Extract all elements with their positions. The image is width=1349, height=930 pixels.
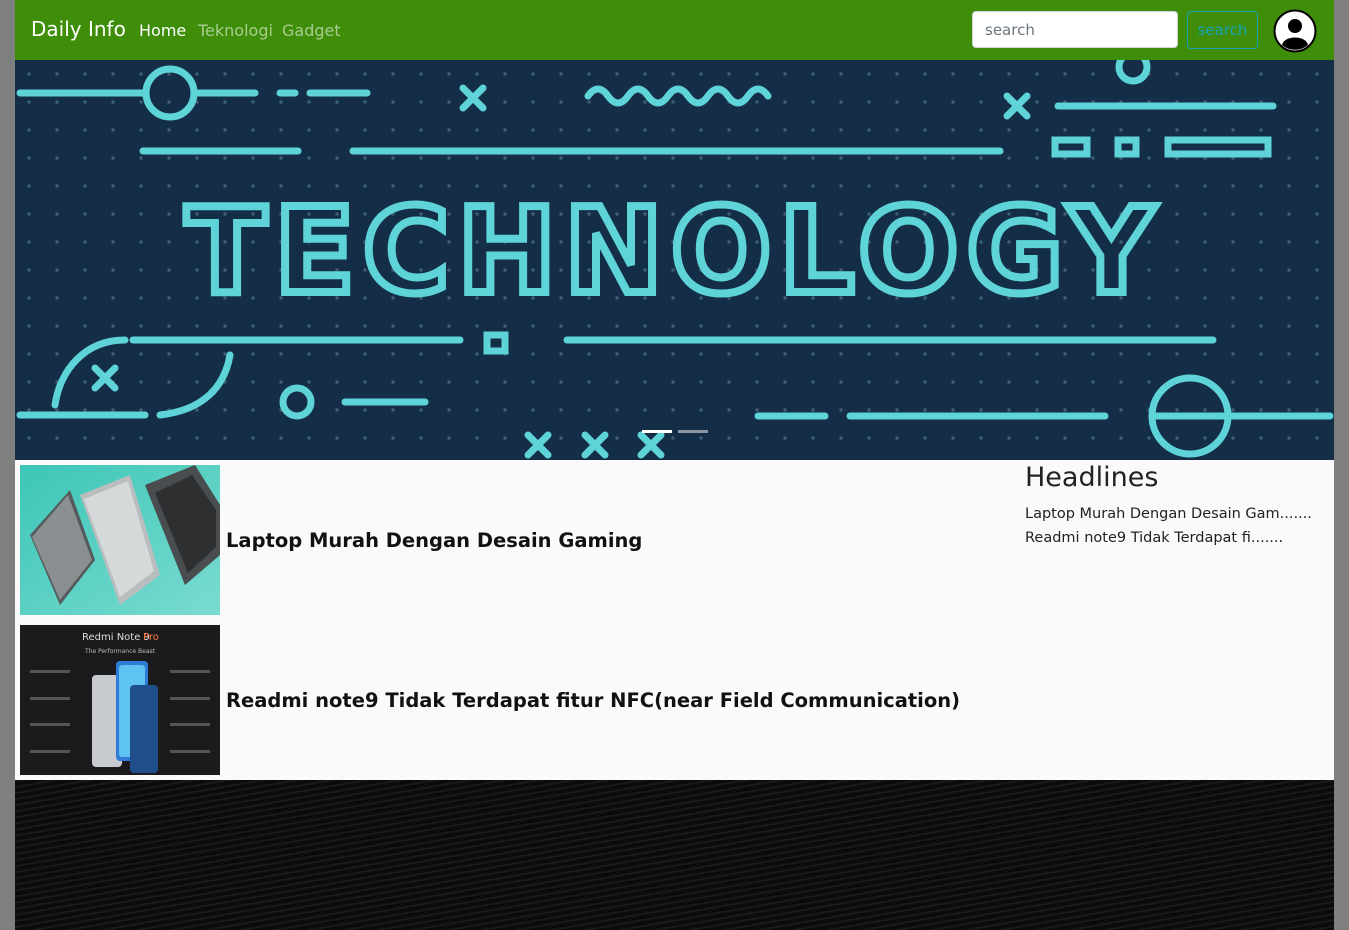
carousel-indicator-1[interactable] — [642, 430, 672, 433]
nav-link-teknologi[interactable]: Teknologi — [198, 21, 273, 40]
nav-link-gadget[interactable]: Gadget — [282, 21, 341, 40]
article-title[interactable]: Laptop Murah Dengan Desain Gaming — [226, 529, 642, 552]
headlines-title: Headlines — [1025, 462, 1159, 493]
search-input[interactable] — [972, 11, 1178, 48]
brand-logo[interactable]: Daily Info — [31, 17, 126, 41]
headline-item[interactable]: Laptop Murah Dengan Desain Gam....... — [1025, 506, 1312, 522]
laptop-image-icon[interactable] — [20, 465, 220, 615]
headline-item[interactable]: Readmi note9 Tidak Terdapat fi....... — [1025, 530, 1283, 546]
article-item[interactable]: Laptop Murah Dengan Desain Gaming — [20, 465, 1010, 615]
hero-carousel[interactable]: TECHNOLOGY — [15, 60, 1334, 460]
user-avatar-icon[interactable] — [1273, 9, 1317, 53]
thumb-heading-pro: Pro — [143, 632, 159, 643]
footer — [15, 780, 1334, 930]
navbar: Daily Info Home Teknologi Gadget search — [15, 0, 1334, 60]
carousel-indicator-2[interactable] — [678, 430, 708, 433]
search-button[interactable]: search — [1187, 11, 1258, 49]
thumb-heading: Redmi Note 9 — [82, 632, 150, 643]
nav-link-home[interactable]: Home — [139, 21, 186, 40]
phone-image-icon[interactable]: Redmi Note 9 Pro The Performance Beast — [20, 625, 220, 775]
article-item[interactable]: Redmi Note 9 Pro The Performance Beast R… — [20, 625, 1010, 775]
hero-text: TECHNOLOGY — [186, 182, 1163, 320]
page: Daily Info Home Teknologi Gadget search — [15, 0, 1334, 930]
technology-banner-image: TECHNOLOGY — [16, 60, 1334, 459]
thumb-subheading: The Performance Beast — [84, 648, 156, 655]
article-title[interactable]: Readmi note9 Tidak Terdapat fitur NFC(ne… — [226, 689, 960, 712]
